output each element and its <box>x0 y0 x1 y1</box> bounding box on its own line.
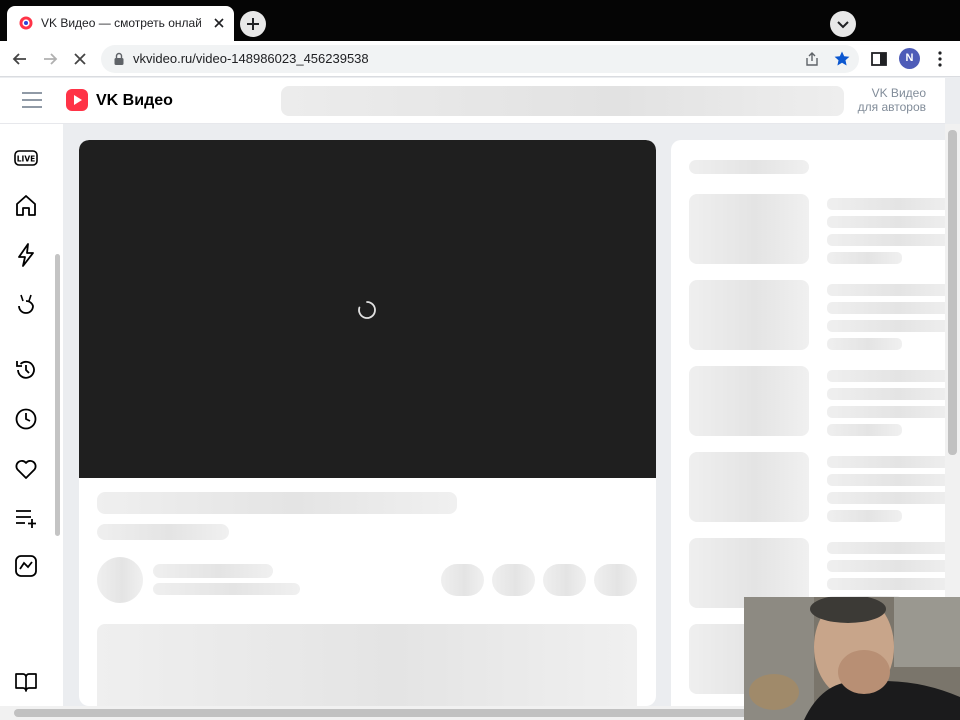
brand-name[interactable]: VK Видео <box>96 91 173 111</box>
history-icon[interactable] <box>13 357 39 383</box>
playlist-add-icon[interactable] <box>13 505 39 531</box>
page-scrollbar-thumb[interactable] <box>948 130 957 455</box>
browser-tabbar: VK Видео — смотреть онлайн 6 <box>0 0 960 41</box>
bookmark-star-icon[interactable] <box>833 50 851 68</box>
hamburger-menu-icon[interactable] <box>22 92 42 108</box>
panel-heading-skeleton <box>689 160 809 174</box>
close-tab-icon[interactable] <box>211 15 227 31</box>
video-meta-skeleton <box>97 524 229 540</box>
lock-icon[interactable] <box>113 52 125 66</box>
video-title-skeleton <box>97 492 457 514</box>
thumbnail-skeleton <box>689 280 809 350</box>
loading-spinner-icon <box>358 301 376 319</box>
channel-subs-skeleton <box>153 583 300 595</box>
home-icon[interactable] <box>13 193 39 219</box>
video-card <box>79 140 656 706</box>
text-line-skeleton <box>827 542 945 554</box>
book-icon[interactable] <box>13 669 39 695</box>
thumbnail-skeleton <box>689 366 809 436</box>
watch-later-icon[interactable] <box>13 406 39 432</box>
vk-video-favicon-icon <box>19 16 33 30</box>
left-sidebar: LIVE <box>0 124 63 706</box>
text-line-skeleton <box>827 424 902 436</box>
text-line-skeleton <box>827 560 945 572</box>
tab-title: VK Видео — смотреть онлайн 6 <box>41 16 201 30</box>
text-line-skeleton <box>827 216 945 228</box>
thumbnail-skeleton <box>689 452 809 522</box>
text-line-skeleton <box>827 198 945 210</box>
text-line-skeleton <box>827 492 945 504</box>
lightning-icon[interactable] <box>13 242 39 268</box>
chevron-down-icon <box>837 21 849 29</box>
browser-tab-active[interactable]: VK Видео — смотреть онлайн 6 <box>7 6 234 41</box>
channel-name-skeleton <box>153 564 273 578</box>
text-line-skeleton <box>827 456 945 468</box>
address-bar[interactable]: vkvideo.ru/video-148986023_456239538 <box>101 45 859 73</box>
sidebar-scrollbar[interactable] <box>55 254 60 536</box>
text-line-skeleton <box>827 406 945 418</box>
share-icon[interactable] <box>803 50 821 68</box>
site-header: VK Видео VK Видео для авторов <box>0 78 945 124</box>
authors-line-1: VK Видео <box>871 86 926 100</box>
live-icon[interactable]: LIVE <box>13 145 39 171</box>
text-line-skeleton <box>827 338 902 350</box>
browser-toolbar: vkvideo.ru/video-148986023_456239538 N <box>0 41 960 77</box>
text-line-skeleton <box>827 474 945 486</box>
text-line-skeleton <box>827 370 945 382</box>
horizontal-scrollbar-thumb[interactable] <box>14 709 774 717</box>
action-button-skeleton <box>594 564 637 596</box>
tab-search-button[interactable] <box>830 11 856 37</box>
forward-arrow-icon[interactable] <box>40 49 60 69</box>
for-authors-link[interactable]: VK Видео для авторов <box>848 86 926 114</box>
text-line-skeleton <box>827 510 902 522</box>
description-skeleton <box>97 624 637 706</box>
back-arrow-icon[interactable] <box>10 49 30 69</box>
svg-text:LIVE: LIVE <box>17 155 36 164</box>
search-placeholder-skeleton <box>281 86 844 116</box>
channel-icon[interactable] <box>13 553 39 579</box>
text-line-skeleton <box>827 578 945 590</box>
new-tab-button[interactable] <box>240 11 266 37</box>
profile-avatar[interactable]: N <box>899 48 920 69</box>
action-button-skeleton <box>492 564 535 596</box>
text-line-skeleton <box>827 388 945 400</box>
text-line-skeleton <box>827 320 945 332</box>
clips-icon[interactable] <box>13 291 39 317</box>
webcam-overlay <box>744 597 960 720</box>
side-panel-icon[interactable] <box>869 49 889 69</box>
url-text[interactable]: vkvideo.ru/video-148986023_456239538 <box>133 51 369 67</box>
authors-line-2: для авторов <box>857 100 926 114</box>
vk-video-logo-icon[interactable] <box>66 89 88 111</box>
heart-icon[interactable] <box>13 456 39 482</box>
action-button-skeleton <box>441 564 484 596</box>
kebab-menu-icon[interactable] <box>930 49 950 69</box>
text-line-skeleton <box>827 284 945 296</box>
thumbnail-skeleton <box>689 194 809 264</box>
stop-loading-icon[interactable] <box>70 49 90 69</box>
plus-icon <box>247 18 259 30</box>
video-player[interactable] <box>79 140 656 478</box>
channel-avatar-skeleton <box>97 557 143 603</box>
text-line-skeleton <box>827 302 945 314</box>
text-line-skeleton <box>827 252 902 264</box>
action-button-skeleton <box>543 564 586 596</box>
text-line-skeleton <box>827 234 945 246</box>
webcam-person-image <box>744 597 960 720</box>
